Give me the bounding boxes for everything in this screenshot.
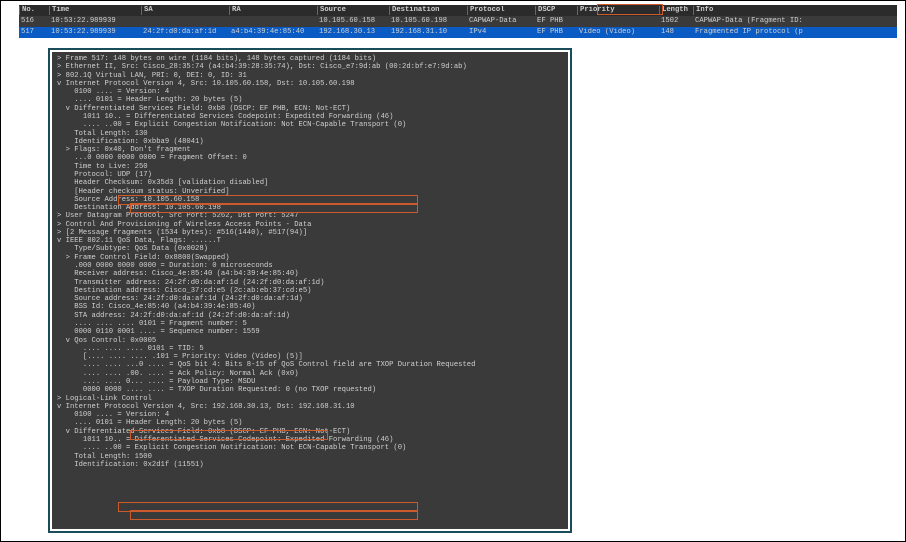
tree-qos-tid[interactable]: .... .... .... 0101 = TID: 5 xyxy=(57,345,563,353)
tree-field[interactable]: .... .... .... 0101 = Fragment number: 5 xyxy=(57,320,563,328)
tree-field[interactable]: Identification: 0x2d1f (11551) xyxy=(57,461,563,469)
tree-field[interactable]: Type/Subtype: QoS Data (0x0028) xyxy=(57,245,563,253)
tree-field[interactable]: .... ..00 = Explicit Congestion Notifica… xyxy=(57,444,563,452)
tree-field[interactable]: Protocol: UDP (17) xyxy=(57,171,563,179)
col-dst[interactable]: Destination xyxy=(389,6,467,14)
tree-field[interactable]: 0100 .... = Version: 4 xyxy=(57,411,563,419)
col-no[interactable]: No. xyxy=(19,6,49,14)
tree-ipv4-outer[interactable]: v Internet Protocol Version 4, Src: 10.1… xyxy=(57,80,563,88)
tree-dsfield-inner[interactable]: v Differentiated Services Field: 0xb8 (D… xyxy=(57,428,563,436)
tree-field[interactable]: BSS Id: Cisco_4e:85:40 (a4:b4:39:4e:85:4… xyxy=(57,303,563,311)
tree-frame[interactable]: > Frame 517: 148 bytes on wire (1184 bit… xyxy=(57,55,563,63)
col-sa[interactable]: SA xyxy=(141,6,229,14)
tree-field[interactable]: .... .... ...0 .... = QoS bit 4: Bits 8-… xyxy=(57,361,563,369)
tree-dscp-outer[interactable]: 1011 10.. = Differentiated Services Code… xyxy=(57,113,563,121)
tree-flags[interactable]: > Flags: 0x40, Don't fragment xyxy=(57,146,563,154)
tree-qos-priority[interactable]: [.... .... .... .101 = Priority: Video (… xyxy=(57,353,563,361)
tree-field[interactable]: Destination Address: 10.105.60.198 xyxy=(57,204,563,212)
col-ra[interactable]: RA xyxy=(229,6,317,14)
tree-field[interactable]: Time to Live: 250 xyxy=(57,163,563,171)
tree-field[interactable]: Source address: 24:2f:d0:da:af:1d (24:2f… xyxy=(57,295,563,303)
tree-fragments[interactable]: > [2 Message fragments (1534 bytes): #51… xyxy=(57,229,563,237)
tree-field[interactable]: .000 0000 0000 0000 = Duration: 0 micros… xyxy=(57,262,563,270)
tree-field[interactable]: Header Checksum: 0x35d3 [validation disa… xyxy=(57,179,563,187)
tree-field[interactable]: Identification: 0xbba9 (48041) xyxy=(57,138,563,146)
tree-field[interactable]: .... 0101 = Header Length: 20 bytes (5) xyxy=(57,419,563,427)
col-src[interactable]: Source xyxy=(317,6,389,14)
tree-dscp-inner[interactable]: 1011 10.. = Differentiated Services Code… xyxy=(57,436,563,444)
tree-vlan[interactable]: > 802.1Q Virtual LAN, PRI: 0, DEI: 0, ID… xyxy=(57,72,563,80)
tree-qos-control[interactable]: v Qos Control: 0x0005 xyxy=(57,337,563,345)
col-prio[interactable]: Priority xyxy=(577,6,659,14)
packet-detail-panel: > Frame 517: 148 bytes on wire (1184 bit… xyxy=(48,48,572,533)
col-info[interactable]: Info xyxy=(693,6,897,14)
col-proto[interactable]: Protocol xyxy=(467,6,535,14)
tree-field[interactable]: STA address: 24:2f:d0:da:af:1d (24:2f:d0… xyxy=(57,312,563,320)
tree-ipv4-inner[interactable]: v Internet Protocol Version 4, Src: 192.… xyxy=(57,403,563,411)
packet-row-selected[interactable]: 517 10:53:22.989939 24:2f:d0:da:af:1d a4… xyxy=(19,27,897,38)
tree-fcf[interactable]: > Frame Control Field: 0x8800(Swapped) xyxy=(57,254,563,262)
tree-field[interactable]: .... ..00 = Explicit Congestion Notifica… xyxy=(57,121,563,129)
tree-ethernet[interactable]: > Ethernet II, Src: Cisco_28:35:74 (a4:b… xyxy=(57,63,563,71)
tree-field[interactable]: Total Length: 130 xyxy=(57,130,563,138)
col-len[interactable]: Length xyxy=(659,6,693,14)
tree-80211[interactable]: v IEEE 802.11 QoS Data, Flags: ......T xyxy=(57,237,563,245)
tree-llc[interactable]: > Logical-Link Control xyxy=(57,395,563,403)
tree-capwap[interactable]: > Control And Provisioning of Wireless A… xyxy=(57,221,563,229)
col-time[interactable]: Time xyxy=(49,6,141,14)
packet-detail-tree[interactable]: > Frame 517: 148 bytes on wire (1184 bit… xyxy=(52,52,568,529)
tree-field[interactable]: 0100 .... = Version: 4 xyxy=(57,88,563,96)
tree-field[interactable]: .... .... .00. .... = Ack Policy: Normal… xyxy=(57,370,563,378)
tree-udp[interactable]: > User Datagram Protocol, Src Port: 5262… xyxy=(57,212,563,220)
tree-field[interactable]: Destination address: Cisco_37:cd:e5 (2c:… xyxy=(57,287,563,295)
tree-field[interactable]: Receiver address: Cisco_4e:85:40 (a4:b4:… xyxy=(57,270,563,278)
tree-field[interactable]: 0000 0000 .... .... = TXOP Duration Requ… xyxy=(57,386,563,394)
packet-row[interactable]: 516 10:53:22.989939 10.105.60.158 10.105… xyxy=(19,16,897,27)
tree-field[interactable]: .... .... 0... .... = Payload Type: MSDU xyxy=(57,378,563,386)
col-dscp[interactable]: DSCP xyxy=(535,6,577,14)
tree-field[interactable]: [Header checksum status: Unverified] xyxy=(57,188,563,196)
tree-field[interactable]: Total Length: 1500 xyxy=(57,453,563,461)
packet-list-header: No. Time SA RA Source Destination Protoc… xyxy=(19,5,897,16)
tree-dsfield-outer[interactable]: v Differentiated Services Field: 0xb8 (D… xyxy=(57,105,563,113)
packet-list: No. Time SA RA Source Destination Protoc… xyxy=(19,5,897,38)
tree-field[interactable]: 0000 0110 0001 .... = Sequence number: 1… xyxy=(57,328,563,336)
tree-field[interactable]: Transmitter address: 24:2f:d0:da:af:1d (… xyxy=(57,279,563,287)
tree-field[interactable]: .... 0101 = Header Length: 20 bytes (5) xyxy=(57,96,563,104)
tree-field[interactable]: Source Address: 10.105.60.158 xyxy=(57,196,563,204)
tree-field[interactable]: ...0 0000 0000 0000 = Fragment Offset: 0 xyxy=(57,154,563,162)
